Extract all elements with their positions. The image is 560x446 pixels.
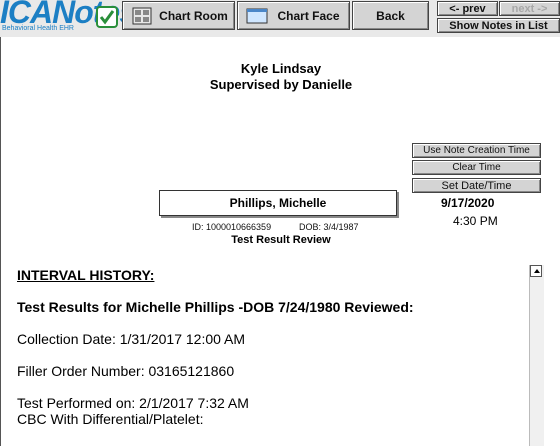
- collection-date: Collection Date: 1/31/2017 12:00 AM: [17, 331, 246, 347]
- note-type-title: Test Result Review: [231, 234, 331, 246]
- test-results-heading: Test Results for Michelle Phillips -DOB …: [17, 299, 414, 315]
- top-toolbar: ICANotes Behavioral Health EHR Chart Roo…: [0, 0, 560, 38]
- chart-face-icon: [246, 8, 268, 23]
- filler-order-number: Filler Order Number: 03165121860: [17, 363, 235, 379]
- client-name-button[interactable]: Phillips, Michelle: [159, 190, 397, 216]
- back-button[interactable]: Back: [352, 1, 429, 30]
- show-notes-in-list-button[interactable]: Show Notes in List: [437, 18, 560, 33]
- checkmark-icon: [96, 6, 118, 28]
- note-panel: Kyle Lindsay Supervised by Danielle Use …: [0, 37, 560, 446]
- set-date-time-button[interactable]: Set Date/Time: [412, 178, 541, 193]
- prev-button[interactable]: <- prev: [437, 1, 498, 16]
- clear-time-button[interactable]: Clear Time: [412, 160, 541, 175]
- back-label: Back: [376, 8, 405, 23]
- vertical-scrollbar[interactable]: [529, 265, 544, 446]
- note-time: 4:30 PM: [453, 214, 498, 228]
- use-note-creation-time-button[interactable]: Use Note Creation Time: [412, 143, 541, 158]
- scroll-up-arrow-icon[interactable]: [530, 265, 542, 277]
- note-date: 9/17/2020: [441, 196, 495, 210]
- interval-history-heading: INTERVAL HISTORY:: [17, 267, 155, 283]
- chart-room-icon: [132, 7, 152, 24]
- chart-face-button[interactable]: Chart Face: [237, 1, 350, 30]
- test-performed-on: Test Performed on: 2/1/2017 7:32 AM: [17, 395, 249, 411]
- test-name: CBC With Differential/Platelet:: [17, 411, 204, 427]
- chart-room-label: Chart Room: [159, 8, 228, 23]
- chart-room-button[interactable]: Chart Room: [122, 1, 235, 30]
- client-id: ID: 1000010666359: [192, 222, 272, 232]
- supervisor-line: Supervised by Danielle: [209, 77, 353, 92]
- next-button[interactable]: next ->: [499, 1, 560, 16]
- icanotes-logo: ICANotes Behavioral Health EHR: [0, 0, 137, 34]
- provider-name: Kyle Lindsay: [240, 61, 322, 76]
- logo-tagline: Behavioral Health EHR: [2, 25, 74, 32]
- client-dob: DOB: 3/4/1987: [299, 222, 359, 232]
- chart-face-label: Chart Face: [277, 8, 340, 23]
